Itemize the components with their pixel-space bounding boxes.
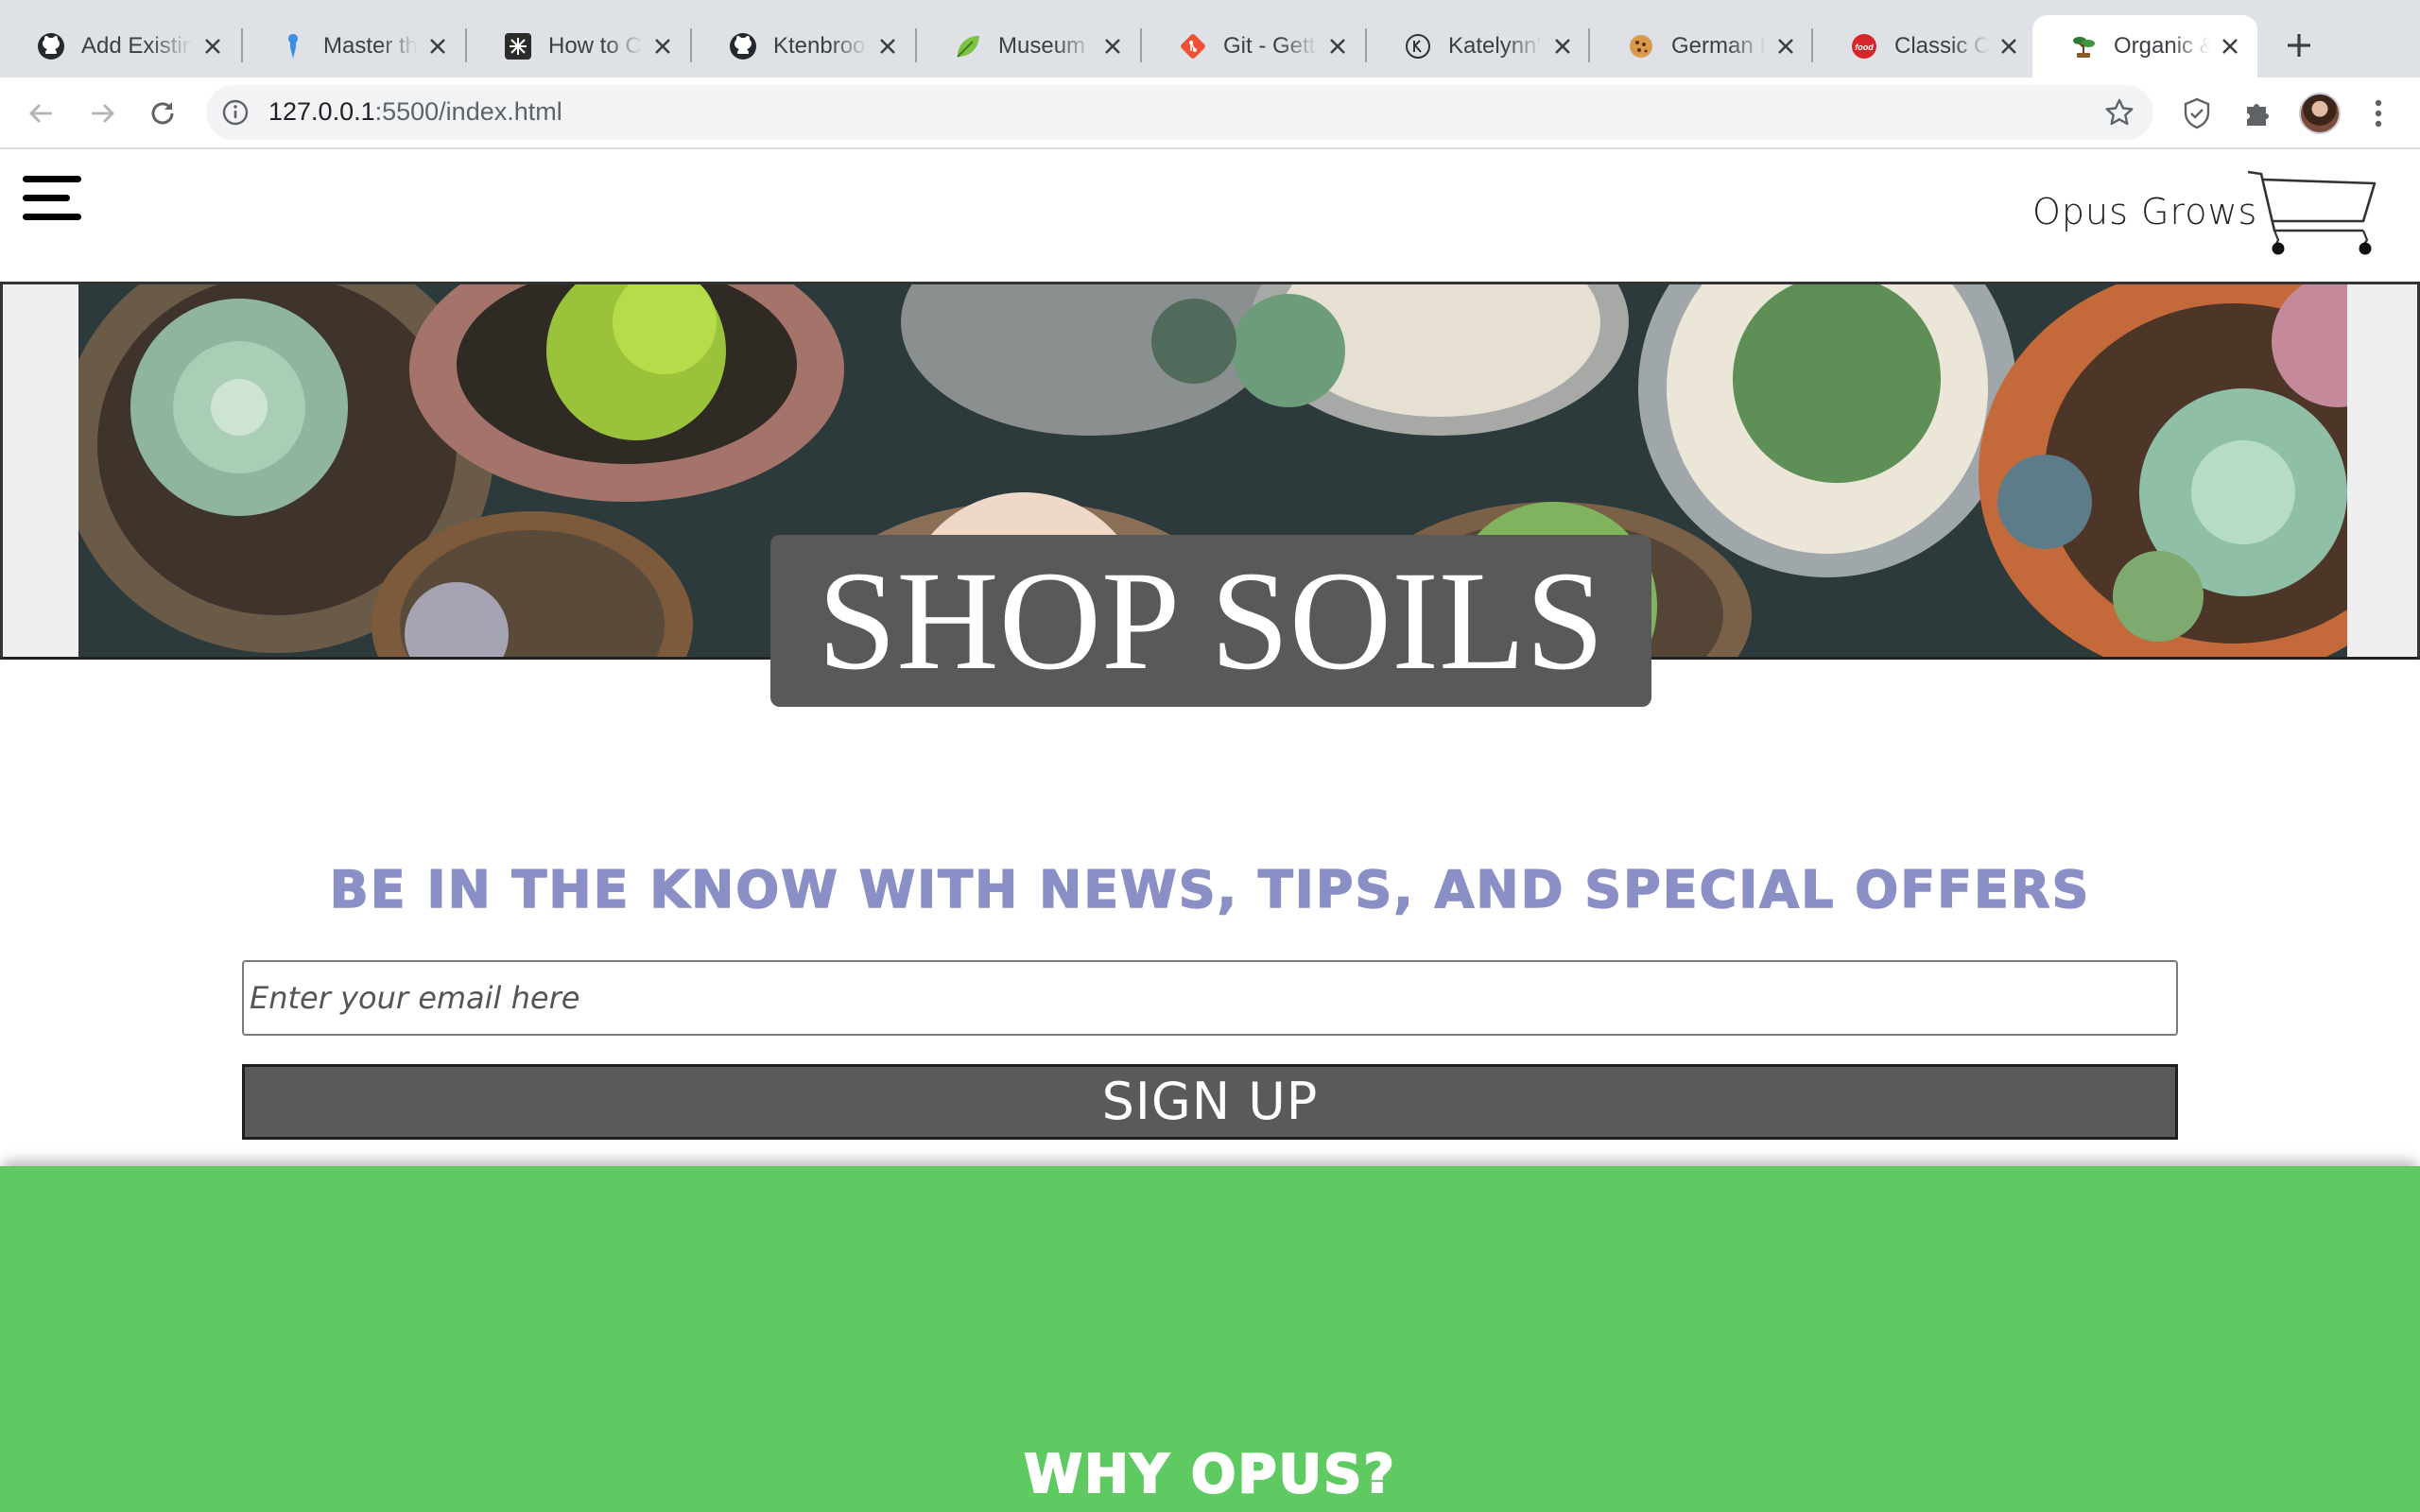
- newsletter-heading: Be in the know with news, tips, and spec…: [329, 859, 2091, 920]
- forward-button[interactable]: [81, 93, 123, 134]
- info-icon[interactable]: [221, 98, 250, 127]
- browser-tab[interactable]: Git - Getting Started: [1142, 15, 1365, 77]
- browser-tab[interactable]: food Classic Chocolate: [1813, 15, 2036, 77]
- browser-tab[interactable]: Museum of: [917, 15, 1140, 77]
- git-icon: [1178, 31, 1208, 61]
- tab-title: Katelynn's: [1448, 33, 1543, 59]
- plus-icon: [2288, 34, 2310, 57]
- email-input[interactable]: [242, 960, 2178, 1036]
- profile-avatar[interactable]: [2299, 93, 2341, 134]
- reload-button[interactable]: [142, 93, 183, 134]
- reload-icon: [151, 102, 174, 125]
- tab-title: Master the Basics: [323, 33, 418, 59]
- tab-title: Classic Chocolate: [1894, 33, 1989, 59]
- close-icon[interactable]: [1996, 34, 2021, 59]
- close-icon[interactable]: [1550, 34, 1575, 59]
- hamburger-menu-icon[interactable]: [23, 176, 81, 221]
- bonsai-icon: [2068, 31, 2099, 61]
- close-icon[interactable]: [200, 34, 225, 59]
- cookie-icon: [1626, 31, 1656, 61]
- github-icon: [728, 31, 758, 61]
- codepen-icon: [503, 31, 533, 61]
- browser-tab-active[interactable]: Organic & Natural Soils: [2032, 15, 2257, 77]
- browser-toolbar: 127.0.0.1:5500/index.html: [0, 77, 2420, 149]
- close-icon[interactable]: [875, 34, 900, 59]
- why-opus-heading: Why Opus?: [1023, 1443, 1396, 1506]
- close-icon[interactable]: [1325, 34, 1350, 59]
- url-host: 127.0.0.1: [268, 97, 375, 126]
- url-path: :5500/index.html: [374, 97, 562, 126]
- signup-button[interactable]: SIGN UP: [242, 1064, 2178, 1140]
- browser-tab[interactable]: Master the Basics: [242, 15, 465, 77]
- pin-icon: [278, 31, 308, 61]
- shopping-cart-icon[interactable]: [2246, 170, 2378, 259]
- tab-title: German Pancakes: [1671, 33, 1766, 59]
- tab-title: Organic & Natural Soils: [2114, 33, 2210, 59]
- food-network-icon: food: [1849, 31, 1879, 61]
- tab-title: Add Existing Project to GitHub: [81, 33, 193, 59]
- back-button[interactable]: [21, 93, 62, 134]
- new-tab-button[interactable]: [2280, 26, 2318, 64]
- browser-tab[interactable]: Add Existing Project to GitHub: [0, 15, 240, 77]
- close-icon[interactable]: [425, 34, 450, 59]
- arrow-right-icon: [92, 104, 114, 123]
- leaf-icon: [953, 31, 983, 61]
- brand-logo-text[interactable]: Opus Grows: [2032, 191, 2257, 232]
- tab-title: Git - Getting Started: [1223, 33, 1318, 59]
- browser-tab[interactable]: Katelynn's: [1367, 15, 1590, 77]
- close-icon[interactable]: [2218, 34, 2242, 59]
- svg-text:food: food: [1855, 43, 1874, 52]
- k-circle-icon: [1403, 31, 1433, 61]
- close-icon[interactable]: [650, 34, 675, 59]
- shield-extension-icon[interactable]: [2180, 96, 2214, 130]
- browser-tab[interactable]: How to Code: [467, 15, 690, 77]
- tab-title: Museum of: [998, 33, 1093, 59]
- tab-title: Ktenbrook: [773, 33, 868, 59]
- url-text[interactable]: 127.0.0.1:5500/index.html: [268, 97, 562, 127]
- kebab-menu-icon[interactable]: [2361, 96, 2395, 130]
- arrow-left-icon: [29, 104, 52, 123]
- tab-title: How to Code: [548, 33, 643, 59]
- browser-tab-strip: Add Existing Project to GitHub Master th…: [0, 0, 2420, 77]
- page-viewport: Opus Grows SHOP SOILS BE IN THE KNOW WIT…: [0, 149, 2420, 1512]
- address-bar[interactable]: 127.0.0.1:5500/index.html: [206, 85, 2153, 140]
- bookmark-star-icon[interactable]: [2104, 97, 2135, 128]
- close-icon[interactable]: [1773, 34, 1798, 59]
- browser-tab[interactable]: German Pancakes: [1590, 15, 1813, 77]
- github-icon: [36, 31, 66, 61]
- hero-title[interactable]: SHOP SOILS: [770, 535, 1651, 707]
- puzzle-extensions-icon[interactable]: [2240, 96, 2274, 130]
- browser-tab[interactable]: Ktenbrook: [692, 15, 915, 77]
- close-icon[interactable]: [1100, 34, 1125, 59]
